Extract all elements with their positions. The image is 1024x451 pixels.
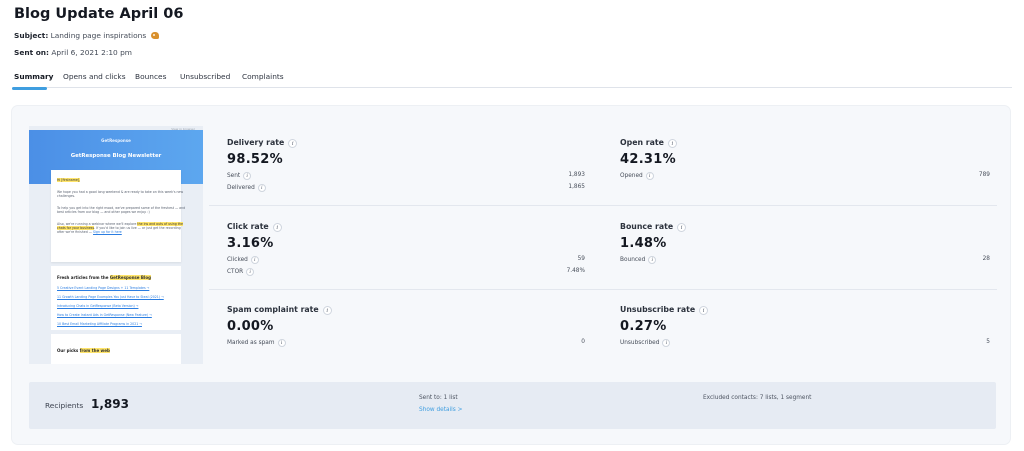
info-icon[interactable]: i bbox=[243, 172, 252, 180]
recipients-count: 1,893 bbox=[91, 397, 129, 411]
preview-picks-block: Our picks from the web bbox=[51, 334, 181, 364]
sent-on-label: Sent on: bbox=[14, 48, 49, 57]
preview-text: best articles from our blog — and other … bbox=[57, 210, 150, 214]
recipients-bar: Recipients 1,893 Sent to: 1 list Show de… bbox=[29, 382, 996, 429]
metric-label: Spam complaint rate bbox=[227, 305, 319, 314]
preview-heading: Our picks bbox=[57, 348, 79, 353]
report-tabs: Summary Opens and clicks Bounces Unsubsc… bbox=[12, 70, 1012, 90]
sub-label: Unsubscribed bbox=[620, 340, 660, 346]
sent-to-text: Sent to: 1 list bbox=[419, 395, 458, 401]
tab-unsubscribed[interactable]: Unsubscribed bbox=[180, 72, 230, 81]
info-icon[interactable]: i bbox=[277, 339, 286, 347]
preview-heading: Fresh articles from the bbox=[57, 275, 109, 280]
subject-line: Subject: Landing page inspirations bbox=[14, 31, 159, 40]
sub-label: Sent bbox=[227, 173, 241, 179]
metric-label: Unsubscribe rate bbox=[620, 305, 696, 314]
tab-bounces[interactable]: Bounces bbox=[135, 72, 166, 81]
info-icon[interactable]: i bbox=[250, 256, 259, 264]
sent-on-value: April 6, 2021 2:10 pm bbox=[51, 48, 132, 57]
info-icon[interactable]: i bbox=[662, 339, 671, 347]
preview-articles-block: Fresh articles from the GetResponse Blog… bbox=[51, 266, 181, 330]
info-icon[interactable]: i bbox=[322, 306, 332, 315]
subject-label: Subject: bbox=[14, 31, 49, 40]
info-icon[interactable]: i bbox=[257, 184, 266, 192]
metric-value: 98.52% bbox=[227, 152, 283, 167]
preview-article-link: Introducing Chats in GetResponse (Beta V… bbox=[57, 304, 139, 308]
show-details-link[interactable]: Show details > bbox=[419, 407, 463, 413]
sub-value: 59 bbox=[577, 256, 585, 262]
metric-value: 42.31% bbox=[620, 152, 676, 167]
preview-greeting: Hi [firstname], bbox=[57, 178, 81, 182]
sub-label: Marked as spam bbox=[227, 340, 275, 346]
info-icon[interactable]: i bbox=[288, 139, 298, 148]
palette-emoji-icon bbox=[150, 32, 159, 39]
preview-article-link: 10 Best Email Marketing Affiliate Progra… bbox=[57, 322, 142, 326]
metric-value: 0.00% bbox=[227, 319, 274, 334]
metric-label: Bounce rate bbox=[620, 222, 674, 231]
summary-card: View in browser GetResponse GetResponse … bbox=[12, 106, 1010, 444]
sub-label: Clicked bbox=[227, 257, 248, 263]
info-icon[interactable]: i bbox=[677, 223, 687, 232]
metric-label: Open rate bbox=[620, 138, 664, 147]
sub-value: 0 bbox=[581, 339, 585, 345]
sub-value: 789 bbox=[978, 172, 990, 178]
tab-complaints[interactable]: Complaints bbox=[242, 72, 284, 81]
info-icon[interactable]: i bbox=[699, 306, 709, 315]
sub-value: 1,865 bbox=[568, 184, 585, 190]
sub-label: CTOR bbox=[227, 269, 244, 275]
excluded-contacts-text: Excluded contacts: 7 lists, 1 segment bbox=[703, 395, 812, 401]
sub-value: 1,893 bbox=[568, 172, 585, 178]
sub-label: Opened bbox=[620, 173, 643, 179]
metric-value: 3.16% bbox=[227, 236, 274, 251]
preview-newsletter-title: GetResponse Blog Newsletter bbox=[70, 153, 162, 159]
metric-value: 0.27% bbox=[620, 319, 667, 334]
sub-value: 7.48% bbox=[566, 268, 585, 274]
info-icon[interactable]: i bbox=[246, 268, 255, 276]
preview-text: challenges. bbox=[57, 194, 76, 198]
sub-label: Bounced bbox=[620, 257, 646, 263]
preview-highlight: from the web bbox=[79, 348, 110, 353]
preview-text: We hope you had a good long weekend & ar… bbox=[57, 190, 184, 194]
metrics-row-divider bbox=[209, 289, 997, 290]
tab-opens-and-clicks[interactable]: Opens and clicks bbox=[63, 72, 126, 81]
sub-value: 5 bbox=[986, 339, 990, 345]
preview-article-link: How to Create Instant Ads in GetResponse… bbox=[57, 313, 152, 317]
info-icon[interactable]: i bbox=[648, 256, 657, 264]
metrics-row-divider bbox=[209, 205, 997, 206]
active-tab-indicator bbox=[12, 87, 47, 90]
preview-intro-block: Hi [firstname], We hope you had a good l… bbox=[51, 170, 185, 262]
sent-on-line: Sent on: April 6, 2021 2:10 pm bbox=[14, 48, 132, 57]
page-title: Blog Update April 06 bbox=[14, 6, 184, 22]
metrics-grid: Delivery rate i 98.52% Sent i 1,893 Delive… bbox=[209, 106, 997, 376]
preview-text: after we're finished — bbox=[57, 230, 92, 234]
sub-label: Delivered bbox=[227, 185, 255, 191]
preview-brand: GetResponse bbox=[101, 138, 131, 143]
preview-highlight: GetResponse Blog bbox=[109, 275, 151, 280]
preview-article-link: 5 Creative Event Landing Page Designs + … bbox=[57, 286, 150, 290]
preview-link: Sign up for it here bbox=[93, 230, 122, 234]
recipients-label: Recipients bbox=[45, 401, 84, 410]
metric-value: 1.48% bbox=[620, 236, 667, 251]
preview-article-link: 11 Growth Landing Page Examples You Just… bbox=[57, 295, 164, 299]
sub-value: 28 bbox=[982, 256, 990, 262]
info-icon[interactable]: i bbox=[272, 223, 282, 232]
info-icon[interactable]: i bbox=[667, 139, 677, 148]
metric-label: Delivery rate bbox=[227, 138, 285, 147]
metric-label: Click rate bbox=[227, 222, 269, 231]
info-icon[interactable]: i bbox=[645, 172, 654, 180]
subject-value: Landing page inspirations bbox=[50, 31, 147, 40]
email-preview-thumbnail[interactable]: View in browser GetResponse GetResponse … bbox=[29, 126, 203, 364]
tab-summary[interactable]: Summary bbox=[12, 72, 53, 90]
